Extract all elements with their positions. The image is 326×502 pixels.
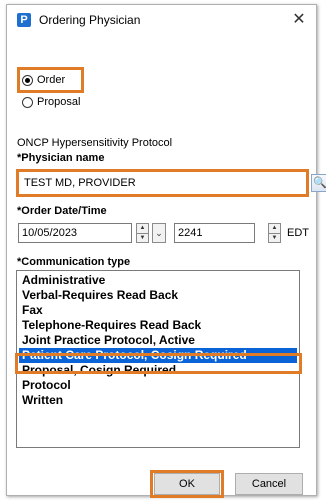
protocol-text: ONCP Hypersensitivity Protocol <box>17 137 173 149</box>
app-p-icon: P <box>17 13 31 27</box>
search-icon[interactable]: 🔍 <box>311 174 326 192</box>
title-bar: P Ordering Physician ✕ <box>7 5 316 35</box>
list-item[interactable]: Verbal-Requires Read Back <box>19 288 297 303</box>
spin-down-icon[interactable]: ▼ <box>137 234 148 243</box>
list-item[interactable]: Protocol <box>19 378 297 393</box>
physician-name-label: *Physician name <box>17 152 105 164</box>
list-item[interactable]: Joint Practice Protocol, Active <box>19 333 297 348</box>
date-spinner[interactable]: ▲ ▼ <box>136 223 149 243</box>
spin-up-icon[interactable]: ▲ <box>137 224 148 234</box>
list-item[interactable]: Administrative <box>19 273 297 288</box>
date-dropdown-chevron-icon[interactable]: ⌄ <box>152 223 166 243</box>
window-title: Ordering Physician <box>39 13 141 27</box>
close-icon[interactable]: ✕ <box>288 9 310 31</box>
physician-name-field[interactable]: TEST MD, PROVIDER <box>20 173 305 193</box>
order-time-field[interactable]: 2241 <box>174 223 255 243</box>
communication-type-label: *Communication type <box>17 256 131 268</box>
spin-up-icon[interactable]: ▲ <box>269 224 280 234</box>
ok-button[interactable]: OK <box>154 473 220 495</box>
selected-item-highlight-box <box>15 353 302 374</box>
list-item[interactable]: Fax <box>19 303 297 318</box>
order-date-field[interactable]: 10/05/2023 <box>18 223 132 243</box>
proposal-radio[interactable]: Proposal <box>22 96 80 108</box>
proposal-radio-label: Proposal <box>37 96 81 108</box>
list-item[interactable]: Written <box>19 393 297 408</box>
list-item[interactable]: Telephone-Requires Read Back <box>19 318 297 333</box>
radio-unchecked-icon <box>22 96 33 108</box>
timezone-label: EDT <box>287 227 309 239</box>
order-radio[interactable]: Order <box>22 74 65 86</box>
order-datetime-label: *Order Date/Time <box>17 205 107 217</box>
radio-checked-icon <box>22 74 33 86</box>
time-spinner[interactable]: ▲ ▼ <box>268 223 281 243</box>
order-radio-label: Order <box>37 74 66 86</box>
cancel-button[interactable]: Cancel <box>235 473 303 495</box>
spin-down-icon[interactable]: ▼ <box>269 234 280 243</box>
